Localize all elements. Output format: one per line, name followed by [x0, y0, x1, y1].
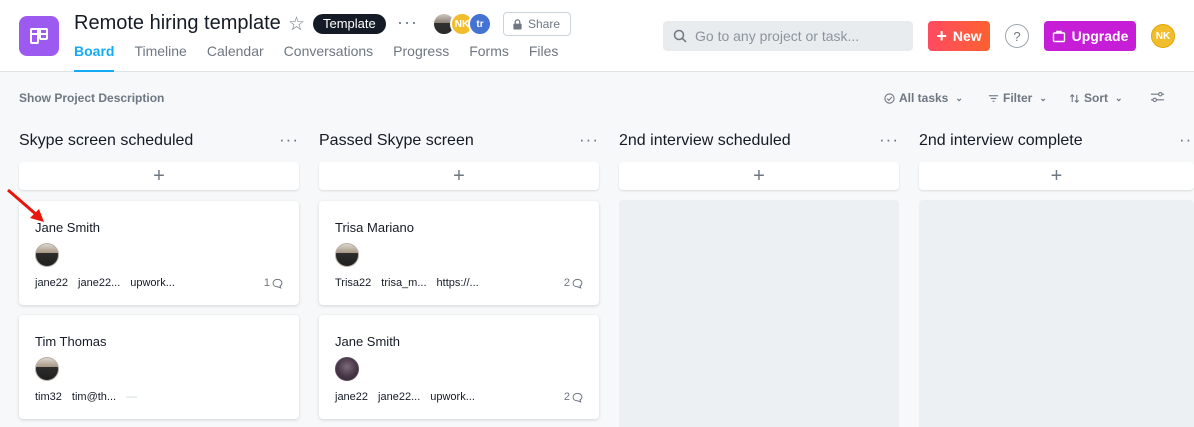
field-value: upwork... — [130, 277, 175, 289]
annotation-arrow-icon — [7, 188, 44, 222]
task-card[interactable]: Jane Smith jane22 jane22... upwork... 2 — [319, 315, 599, 419]
field-value: — — [126, 391, 138, 403]
comment-icon — [272, 278, 283, 289]
field-value: tim@th... — [71, 391, 117, 403]
tab-calendar[interactable]: Calendar — [207, 43, 264, 72]
check-circle-icon — [884, 92, 895, 104]
custom-fields: Trisa22 trisa_m... https://... — [335, 277, 489, 289]
all-tasks-dropdown[interactable]: All tasks ⌄ — [884, 91, 963, 105]
comment-count[interactable]: 2 — [564, 391, 583, 403]
tab-progress[interactable]: Progress — [393, 43, 449, 72]
tab-conversations[interactable]: Conversations — [284, 43, 374, 72]
sliders-icon — [1150, 91, 1165, 103]
custom-fields: tim32 tim@th... — — [35, 391, 147, 403]
tab-board[interactable]: Board — [74, 43, 115, 72]
show-project-description-link[interactable]: Show Project Description — [19, 91, 164, 105]
search-bar[interactable] — [663, 21, 913, 51]
column-more-icon[interactable]: ··· — [879, 130, 899, 150]
field-value: https://... — [436, 277, 479, 289]
comment-icon — [572, 278, 583, 289]
search-icon — [673, 29, 687, 43]
search-input[interactable] — [695, 28, 895, 44]
task-name[interactable]: Jane Smith — [335, 334, 400, 349]
field-value: Trisa22 — [335, 277, 372, 289]
field-value: jane22... — [378, 391, 421, 403]
empty-column-area — [919, 200, 1194, 427]
comment-count[interactable]: 1 — [264, 277, 283, 289]
field-value: upwork... — [430, 391, 475, 403]
add-task-button[interactable]: + — [619, 162, 899, 190]
column-more-icon[interactable]: ··· — [279, 130, 299, 150]
plus-icon: + — [936, 26, 947, 46]
custom-fields: jane22 jane22... upwork... — [35, 277, 185, 289]
sort-label: Sort — [1084, 91, 1108, 105]
chevron-down-icon: ⌄ — [1115, 92, 1123, 103]
comment-count[interactable]: 2 — [564, 277, 583, 289]
assignee-avatar[interactable] — [335, 357, 359, 381]
sort-dropdown[interactable]: Sort ⌄ — [1069, 91, 1123, 105]
upgrade-label: Upgrade — [1071, 28, 1129, 44]
sort-icon — [1069, 93, 1080, 103]
comment-icon — [572, 392, 583, 403]
column-title[interactable]: Passed Skype screen — [319, 132, 474, 150]
new-button[interactable]: + New — [928, 21, 990, 51]
user-avatar[interactable]: NK — [1151, 24, 1175, 48]
filter-dropdown[interactable]: Filter ⌄ — [988, 91, 1047, 105]
template-badge: Template — [313, 14, 386, 34]
assignee-avatar[interactable] — [35, 243, 59, 267]
tab-files[interactable]: Files — [529, 43, 559, 72]
chevron-down-icon: ⌄ — [1039, 92, 1047, 103]
field-value: jane22 — [335, 391, 369, 403]
add-task-button[interactable]: + — [919, 162, 1194, 190]
empty-column-area — [619, 200, 899, 427]
field-value: jane22 — [35, 277, 69, 289]
custom-fields: jane22 jane22... upwork... — [335, 391, 485, 403]
tab-forms[interactable]: Forms — [469, 43, 509, 72]
board-settings-icon[interactable] — [1150, 91, 1165, 103]
filter-label: Filter — [1003, 91, 1033, 105]
task-name[interactable]: Trisa Mariano — [335, 220, 414, 235]
board-icon — [30, 28, 48, 44]
task-card[interactable]: Jane Smith jane22 jane22... upwork... 1 — [19, 201, 299, 305]
column-title[interactable]: Skype screen scheduled — [19, 132, 193, 150]
column-title[interactable]: 2nd interview complete — [919, 132, 1083, 150]
share-label: Share — [528, 17, 561, 31]
chevron-down-icon: ⌄ — [955, 92, 963, 103]
upgrade-button[interactable]: Upgrade — [1044, 21, 1136, 51]
project-title[interactable]: Remote hiring template — [74, 12, 281, 35]
top-bar: Remote hiring template ☆ Template ··· NK… — [0, 0, 1194, 72]
member-avatar[interactable]: tr — [468, 12, 492, 36]
more-options-icon[interactable]: ··· — [397, 12, 418, 33]
add-task-button[interactable]: + — [319, 162, 599, 190]
project-icon[interactable] — [19, 16, 59, 56]
add-task-button[interactable]: + — [19, 162, 299, 190]
new-label: New — [952, 28, 982, 44]
assignee-avatar[interactable] — [335, 243, 359, 267]
project-tabs: Board Timeline Calendar Conversations Pr… — [74, 43, 578, 72]
help-icon[interactable]: ? — [1005, 24, 1029, 48]
project-members[interactable]: NK tr — [432, 12, 494, 36]
field-value: trisa_m... — [381, 277, 427, 289]
column-more-icon[interactable]: ··· — [579, 130, 599, 150]
field-value: jane22... — [78, 277, 121, 289]
column-more-icon[interactable]: ··· — [1179, 130, 1194, 150]
assignee-avatar[interactable] — [35, 357, 59, 381]
gift-icon — [1052, 30, 1065, 43]
filter-icon — [988, 94, 999, 102]
share-button[interactable]: Share — [503, 12, 572, 36]
lock-icon — [513, 18, 522, 30]
task-card[interactable]: Trisa Mariano Trisa22 trisa_m... https:/… — [319, 201, 599, 305]
all-tasks-label: All tasks — [899, 91, 949, 105]
comment-count-value: 1 — [263, 277, 270, 289]
comment-count-value: 2 — [563, 277, 570, 289]
comment-count-value: 2 — [563, 391, 570, 403]
task-name[interactable]: Tim Thomas — [35, 334, 107, 349]
column-title[interactable]: 2nd interview scheduled — [619, 132, 791, 150]
star-icon[interactable]: ☆ — [288, 13, 305, 36]
field-value: tim32 — [35, 391, 62, 403]
task-card[interactable]: Tim Thomas tim32 tim@th... — — [19, 315, 299, 419]
tab-timeline[interactable]: Timeline — [134, 43, 186, 72]
